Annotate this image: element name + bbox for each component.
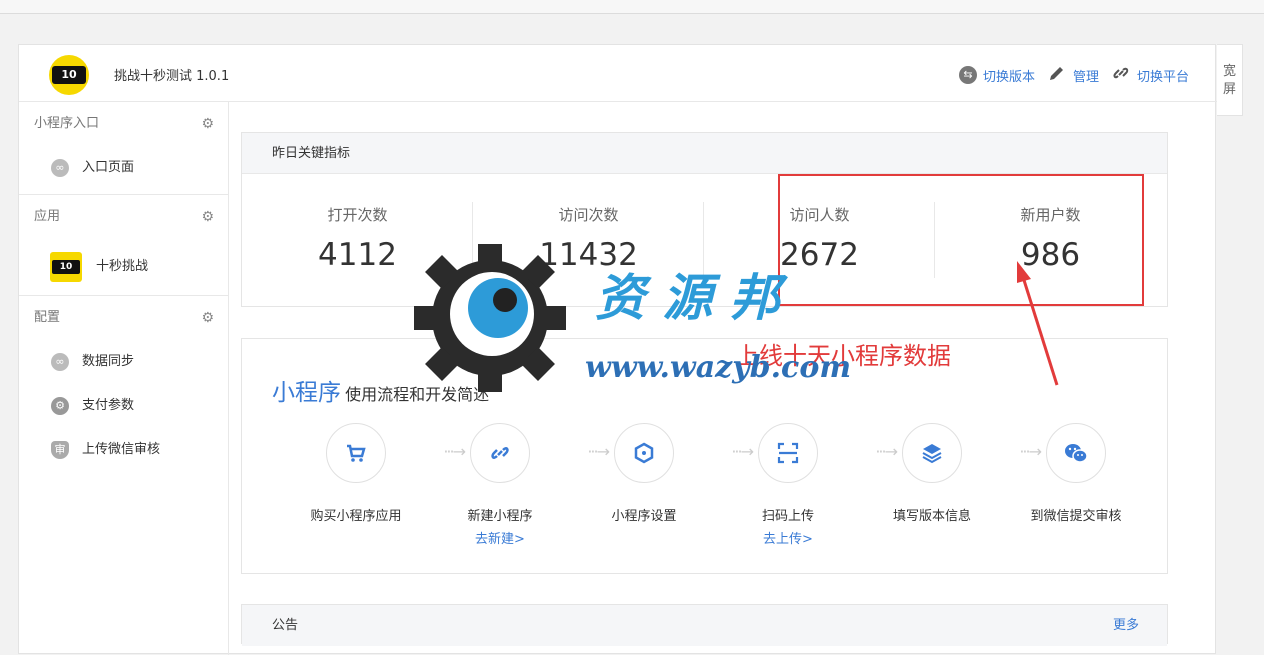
- link-icon: ∞: [51, 159, 69, 177]
- metrics-card-title: 昨日关键指标: [242, 133, 1167, 174]
- hexagon-icon: [614, 423, 674, 483]
- header-actions: ⇆ 切换版本 管理 切换平台: [958, 63, 1189, 87]
- switch-icon[interactable]: ⇆: [958, 66, 977, 84]
- step-wechat-submit[interactable]: 到微信提交审核: [1004, 423, 1148, 547]
- switch-version-link[interactable]: 切换版本: [983, 66, 1035, 85]
- metric-visit-count: 访问次数 11432: [473, 174, 704, 306]
- pencil-icon[interactable]: [1047, 63, 1067, 87]
- sidebar-section-config: 配置 ⚙: [19, 296, 228, 340]
- app-title: 挑战十秒测试 1.0.1: [114, 69, 230, 84]
- metric-open-count: 打开次数 4112: [242, 174, 473, 306]
- sidebar-section-apps: 应用 ⚙: [19, 195, 228, 239]
- step-scan-upload[interactable]: 扫码上传 去上传> ···→: [716, 423, 898, 547]
- shield-icon: 审: [51, 441, 69, 459]
- step-buy-app[interactable]: 购买小程序应用 ···→: [284, 423, 466, 547]
- sidebar-item-ten-second[interactable]: 10 十秒挑战: [19, 239, 228, 295]
- app-logo-icon: 10: [50, 252, 82, 282]
- notice-card-head: 公告 更多: [242, 605, 1167, 646]
- sidebar: 小程序入口 ⚙ ∞ 入口页面 应用 ⚙ 10 十秒挑战 配置 ⚙ ∞ 数据同步 …: [19, 102, 229, 655]
- step-app-settings[interactable]: 小程序设置 ···→: [572, 423, 754, 547]
- highlight-box: [778, 174, 1144, 306]
- link-icon: ∞: [51, 353, 69, 371]
- switch-platform-link[interactable]: 切换平台: [1137, 66, 1189, 85]
- sidebar-item-entry-page[interactable]: ∞ 入口页面: [19, 146, 228, 190]
- chain-icon[interactable]: [1111, 63, 1131, 87]
- notice-more-link[interactable]: 更多: [1113, 605, 1139, 646]
- app-logo: 10: [49, 55, 89, 95]
- logo-text: 10: [52, 66, 86, 84]
- gear-icon[interactable]: ⚙: [201, 296, 214, 340]
- gear-icon[interactable]: ⚙: [201, 195, 214, 239]
- gear-icon[interactable]: ⚙: [201, 102, 214, 146]
- sidebar-item-wechat-review[interactable]: 审 上传微信审核: [19, 428, 228, 472]
- go-upload-link[interactable]: 去上传>: [716, 528, 860, 547]
- wechat-icon: [1046, 423, 1106, 483]
- notice-card: 公告 更多: [241, 604, 1168, 646]
- gear-icon: ⚙: [51, 397, 69, 415]
- annotation-text: 上线十天小程序数据: [735, 342, 951, 370]
- sidebar-item-payment[interactable]: ⚙ 支付参数: [19, 384, 228, 428]
- notice-title: 公告: [272, 618, 299, 633]
- flow-title: 小程序 使用流程和开发简述: [272, 380, 490, 406]
- browser-top-strip: [0, 0, 1264, 14]
- go-create-link[interactable]: 去新建>: [428, 528, 572, 547]
- step-new-app[interactable]: 新建小程序 去新建> ···→: [428, 423, 610, 547]
- manage-link[interactable]: 管理: [1073, 66, 1099, 85]
- scan-icon: [758, 423, 818, 483]
- sidebar-item-data-sync[interactable]: ∞ 数据同步: [19, 340, 228, 384]
- link-icon: [470, 423, 530, 483]
- wide-screen-button[interactable]: 宽屏: [1217, 44, 1243, 116]
- app-header: 10 挑战十秒测试 1.0.1 ⇆ 切换版本 管理 切换平台: [19, 45, 1217, 102]
- flow-card: 小程序 使用流程和开发简述 购买小程序应用 ···→ 新建小程序 去新建> ··…: [241, 338, 1168, 574]
- cart-icon: [326, 423, 386, 483]
- sidebar-section-entry: 小程序入口 ⚙: [19, 102, 228, 146]
- layers-icon: [902, 423, 962, 483]
- flow-steps: 购买小程序应用 ···→ 新建小程序 去新建> ···→ 小程序设置 ···→ …: [284, 423, 1148, 547]
- step-version-info[interactable]: 填写版本信息 ···→: [860, 423, 1042, 547]
